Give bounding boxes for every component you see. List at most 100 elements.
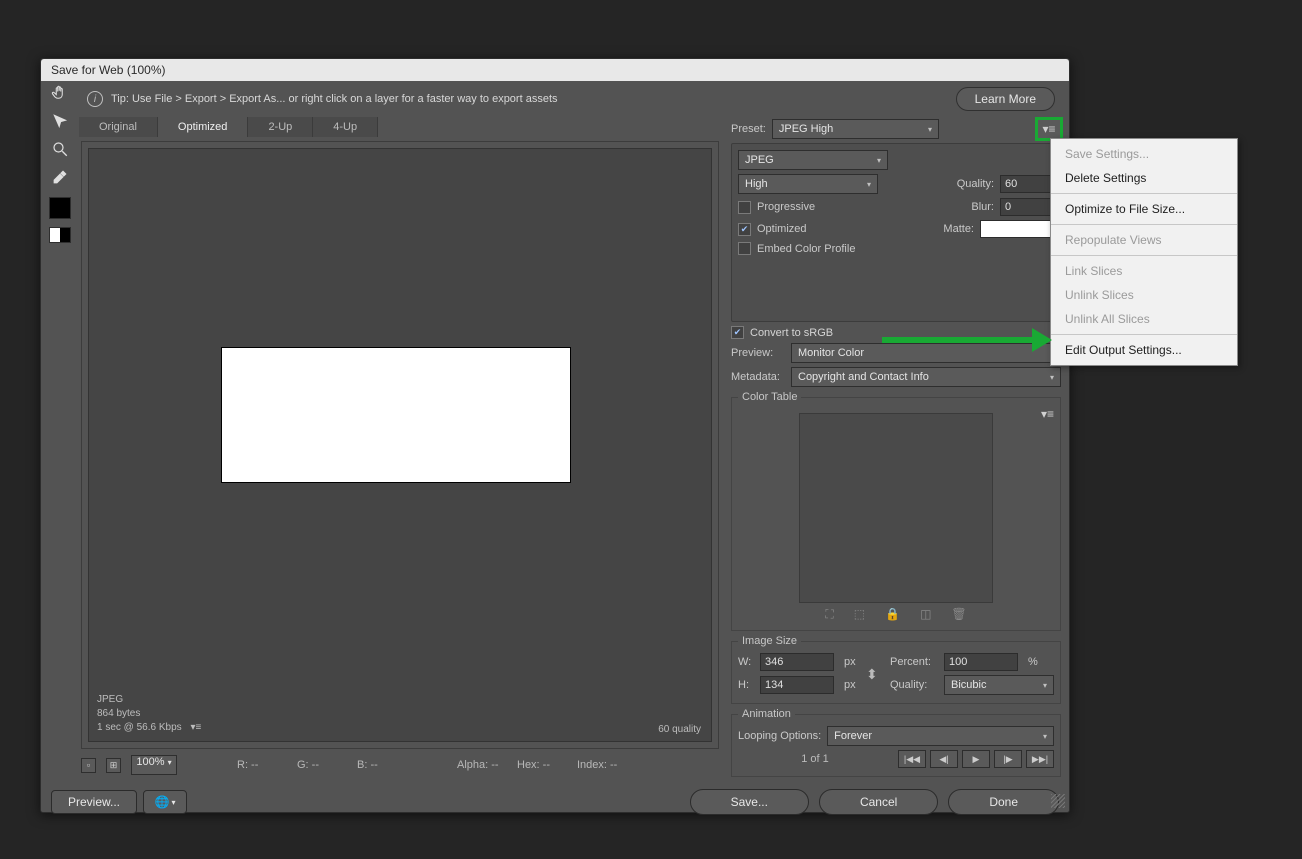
preview-column: i Tip: Use File > Export > Export As... … xyxy=(79,81,1063,777)
optimize-flyout-button[interactable]: ▾≡ xyxy=(1037,119,1061,139)
preview-stats: JPEG 864 bytes 1 sec @ 56.6 Kbps ▾≡ xyxy=(97,693,201,735)
resize-grip[interactable] xyxy=(1051,794,1065,808)
zoom-level-select[interactable]: 100% ▾ xyxy=(131,755,177,775)
color-table-flyout-icon[interactable]: ▾≡ xyxy=(1041,407,1054,421)
menu-separator xyxy=(1051,193,1237,194)
frame-prev-button[interactable]: ◀| xyxy=(930,750,958,768)
color-table-toolbar: ⛶ ⬚ 🔒 ◫ 🗑 xyxy=(738,607,1054,622)
percent-input[interactable] xyxy=(944,653,1018,671)
color-table-group: Color Table ▾≡ ⛶ ⬚ 🔒 ◫ 🗑 xyxy=(731,391,1061,631)
dialog-title: Save for Web (100%) xyxy=(51,63,166,77)
preview-loadtime: 1 sec @ 56.6 Kbps xyxy=(97,722,182,733)
frame-last-button[interactable]: ▶▶| xyxy=(1026,750,1054,768)
quality-preset-select[interactable]: High▾ xyxy=(738,174,878,194)
looping-select[interactable]: Forever▾ xyxy=(827,726,1054,746)
bandwidth-menu-icon[interactable]: ▾≡ xyxy=(190,721,201,735)
quality-input[interactable] xyxy=(1000,175,1054,193)
tab-optimized[interactable]: Optimized xyxy=(158,117,249,137)
info-icon: i xyxy=(87,91,103,107)
height-label: H: xyxy=(738,679,756,691)
menu-separator xyxy=(1051,334,1237,335)
menu-link-slices[interactable]: Link Slices xyxy=(1051,259,1237,283)
ct-new-icon[interactable]: ◫ xyxy=(920,607,931,622)
width-input[interactable] xyxy=(760,653,834,671)
preview-filesize: 864 bytes xyxy=(97,707,201,721)
toggle-b[interactable]: ⊞ xyxy=(106,758,121,773)
resample-quality-select[interactable]: Bicubic▾ xyxy=(944,675,1054,695)
browser-preview-button[interactable]: 🌐 ▾ xyxy=(143,790,187,814)
blur-input[interactable] xyxy=(1000,198,1054,216)
eyedropper-color-swatch[interactable] xyxy=(49,197,71,219)
tab-original[interactable]: Original xyxy=(79,117,158,137)
matte-color-swatch[interactable] xyxy=(980,220,1054,238)
menu-delete-settings[interactable]: Delete Settings xyxy=(1051,166,1237,190)
convert-srgb-checkbox[interactable] xyxy=(731,326,744,339)
readout-r: R: -- xyxy=(237,759,287,771)
image-canvas[interactable] xyxy=(221,347,571,483)
optimized-checkbox[interactable] xyxy=(738,223,751,236)
menu-optimize-to-size[interactable]: Optimize to File Size... xyxy=(1051,197,1237,221)
aspect-link-icon[interactable]: ⬍ xyxy=(866,666,886,683)
readout-b: B: -- xyxy=(357,759,407,771)
metadata-select[interactable]: Copyright and Contact Info▾ xyxy=(791,367,1061,387)
eyedropper-tool[interactable] xyxy=(48,165,72,189)
slice-select-tool[interactable] xyxy=(48,109,72,133)
animation-group: Animation Looping Options: Forever▾ 1 of… xyxy=(731,708,1061,777)
tab-2up[interactable]: 2-Up xyxy=(248,117,313,137)
width-label: W: xyxy=(738,656,756,668)
menu-unlink-slices[interactable]: Unlink Slices xyxy=(1051,283,1237,307)
cancel-button[interactable]: Cancel xyxy=(819,789,938,815)
format-options-group: JPEG▾ High▾ Quality: xyxy=(731,143,1061,322)
preview-mode-label: Preview: xyxy=(731,347,785,359)
frame-next-button[interactable]: |▶ xyxy=(994,750,1022,768)
readout-index: Index: -- xyxy=(577,759,627,771)
toggle-a[interactable]: ▫ xyxy=(81,758,96,773)
toggle-slices-visibility[interactable] xyxy=(49,227,71,243)
menu-edit-output-settings[interactable]: Edit Output Settings... xyxy=(1051,338,1237,362)
ct-snap-icon[interactable]: ⛶ xyxy=(825,607,833,622)
dialog-titlebar[interactable]: Save for Web (100%) xyxy=(41,59,1069,81)
menu-unlink-all-slices[interactable]: Unlink All Slices xyxy=(1051,307,1237,331)
learn-more-button[interactable]: Learn More xyxy=(956,87,1055,111)
tip-text: Tip: Use File > Export > Export As... or… xyxy=(111,93,948,105)
metadata-label: Metadata: xyxy=(731,371,785,383)
save-for-web-dialog: Save for Web (100%) i Tip: Use File > Ex… xyxy=(40,58,1070,813)
preset-label: Preset: xyxy=(731,123,766,135)
ct-cube-icon[interactable]: ⬚ xyxy=(854,607,865,622)
color-table-area[interactable] xyxy=(799,413,993,603)
file-format-select[interactable]: JPEG▾ xyxy=(738,150,888,170)
readout-alpha: Alpha: -- xyxy=(457,759,507,771)
frame-play-button[interactable]: ▶ xyxy=(962,750,990,768)
save-button[interactable]: Save... xyxy=(690,789,809,815)
done-button[interactable]: Done xyxy=(948,789,1059,815)
ct-trash-icon[interactable]: 🗑 xyxy=(951,607,966,622)
status-bar: ▫ ⊞ 100% ▾ R: -- G: -- B: -- Alpha: -- H… xyxy=(79,749,719,777)
frame-first-button[interactable]: |◀◀ xyxy=(898,750,926,768)
preview-pane[interactable]: JPEG 864 bytes 1 sec @ 56.6 Kbps ▾≡ 60 q… xyxy=(81,141,719,749)
embed-profile-checkbox[interactable] xyxy=(738,242,751,255)
preview-format: JPEG xyxy=(97,693,201,707)
tab-4up[interactable]: 4-Up xyxy=(313,117,378,137)
menu-save-settings[interactable]: Save Settings... xyxy=(1051,142,1237,166)
animation-title: Animation xyxy=(738,708,795,720)
preview-tabs: Original Optimized 2-Up 4-Up xyxy=(79,117,719,137)
percent-label: Percent: xyxy=(890,656,940,668)
height-input[interactable] xyxy=(760,676,834,694)
menu-repopulate-views[interactable]: Repopulate Views xyxy=(1051,228,1237,252)
blur-label: Blur: xyxy=(971,201,994,213)
optimize-flyout-menu: Save Settings... Delete Settings Optimiz… xyxy=(1050,138,1238,366)
preset-select[interactable]: JPEG High▾ xyxy=(772,119,939,139)
zoom-tool[interactable] xyxy=(48,137,72,161)
preview-button[interactable]: Preview... xyxy=(51,790,137,814)
hand-tool[interactable] xyxy=(48,81,72,105)
menu-separator xyxy=(1051,224,1237,225)
preview-quality: 60 quality xyxy=(658,724,701,735)
dialog-footer: Preview... 🌐 ▾ Save... Cancel Done xyxy=(41,781,1069,825)
progressive-checkbox[interactable] xyxy=(738,201,751,214)
tools-column xyxy=(41,81,79,777)
looping-label: Looping Options: xyxy=(738,730,821,742)
optimized-label: Optimized xyxy=(757,223,807,235)
quality-label: Quality: xyxy=(957,178,994,190)
frame-page-label: 1 of 1 xyxy=(738,753,892,765)
ct-lock-icon[interactable]: 🔒 xyxy=(885,607,900,622)
